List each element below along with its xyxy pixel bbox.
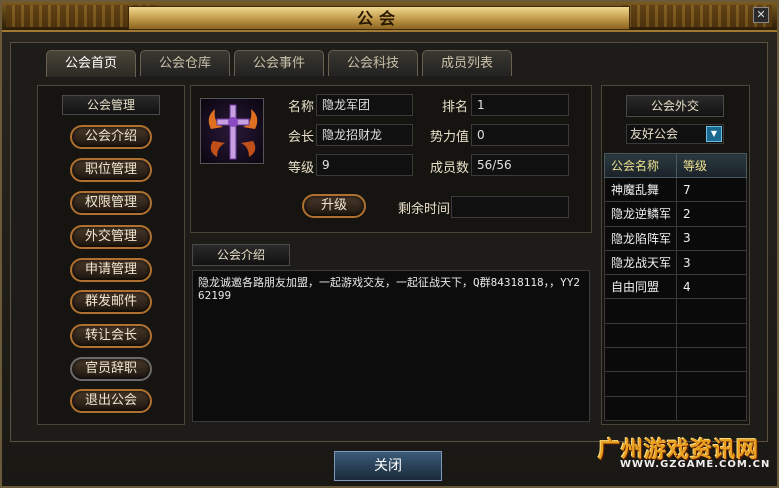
close-button[interactable]: 关闭	[334, 451, 442, 481]
level-field: 9	[316, 154, 413, 176]
title-bar: 公会 ✕	[2, 2, 777, 32]
table-row[interactable]: 隐龙战天军 3	[604, 249, 747, 276]
guild-level-cell: 4	[676, 274, 747, 300]
guild-level-cell: 7	[676, 176, 747, 203]
guild-name-cell: 隐龙逆鳞军	[604, 201, 677, 227]
diplomacy-header: 公会外交	[626, 95, 724, 117]
management-header: 公会管理	[62, 95, 160, 115]
level-label: 等级	[288, 161, 315, 176]
name-label: 名称	[288, 100, 315, 115]
diplomacy-filter-value: 友好公会	[630, 127, 679, 141]
empty-cell	[604, 371, 677, 397]
empty-cell	[604, 322, 677, 349]
members-field: 56/56	[471, 154, 569, 176]
close-icon[interactable]: ✕	[753, 7, 769, 23]
table-row-empty	[604, 347, 747, 373]
empty-cell	[604, 298, 677, 324]
name-field: 隐龙军团	[316, 94, 413, 116]
table-row[interactable]: 隐龙陷阵军 3	[604, 225, 747, 251]
mass-mail-button[interactable]: 群发邮件	[70, 290, 152, 314]
guild-name-cell: 隐龙战天军	[604, 249, 677, 276]
empty-cell	[676, 298, 747, 324]
power-field: 0	[471, 124, 569, 146]
cross-emblem-icon	[208, 104, 258, 160]
officer-resign-button[interactable]: 官员辞职	[70, 357, 152, 381]
tab-guild-tech[interactable]: 公会科技	[328, 50, 418, 76]
window-title: 公会	[356, 9, 401, 28]
title-ornament-right	[622, 5, 772, 27]
tab-guild-warehouse[interactable]: 公会仓库	[140, 50, 230, 76]
remaining-time-label: 剩余时间	[398, 202, 451, 217]
table-row-empty	[604, 322, 747, 349]
empty-cell	[604, 395, 677, 421]
empty-cell	[676, 371, 747, 397]
guild-level-cell: 2	[676, 201, 747, 227]
empty-cell	[604, 347, 677, 373]
chevron-down-icon[interactable]: ▼	[706, 126, 722, 142]
tab-guild-home[interactable]: 公会首页	[46, 50, 136, 77]
rank-field: 1	[471, 94, 569, 116]
leader-label: 会长	[288, 130, 315, 145]
tab-bar: 公会首页 公会仓库 公会事件 公会科技 成员列表	[46, 50, 512, 77]
diplomacy-manage-button[interactable]: 外交管理	[70, 225, 152, 249]
table-row[interactable]: 神魔乱舞 7	[604, 176, 747, 203]
transfer-leader-button[interactable]: 转让会长	[70, 324, 152, 348]
leader-field: 隐龙招财龙	[316, 124, 413, 146]
empty-cell	[676, 347, 747, 373]
column-header-guild-name: 公会名称	[604, 153, 677, 178]
guild-emblem	[200, 98, 264, 164]
application-manage-button[interactable]: 申请管理	[70, 258, 152, 282]
table-header-row: 公会名称 等级	[604, 153, 747, 178]
permission-manage-button[interactable]: 权限管理	[70, 191, 152, 215]
tab-member-list[interactable]: 成员列表	[422, 50, 512, 76]
guild-name-cell: 自由同盟	[604, 274, 677, 300]
tab-guild-events[interactable]: 公会事件	[234, 50, 324, 76]
guild-name-cell: 神魔乱舞	[604, 176, 677, 203]
position-manage-button[interactable]: 职位管理	[70, 158, 152, 182]
table-row-empty	[604, 298, 747, 324]
intro-text-area[interactable]: 隐龙诚邀各路朋友加盟，一起游戏交友，一起征战天下，Q群84318118，，YY2…	[192, 270, 590, 422]
diplomacy-filter-select[interactable]: 友好公会 ▼	[626, 124, 724, 144]
diplomacy-table: 公会名称 等级 神魔乱舞 7 隐龙逆鳞军 2 隐龙陷阵军 3 隐龙战天军 3 自由同盟 4	[604, 153, 747, 421]
rank-label: 排名	[442, 100, 469, 115]
empty-cell	[676, 395, 747, 421]
window-title-plate: 公会	[128, 6, 630, 30]
guild-level-cell: 3	[676, 225, 747, 251]
guild-name-cell: 隐龙陷阵军	[604, 225, 677, 251]
table-row-empty	[604, 371, 747, 397]
table-row-empty	[604, 395, 747, 421]
members-label: 成员数	[430, 161, 470, 176]
guild-intro-button[interactable]: 公会介绍	[70, 125, 152, 149]
watermark-url: WWW.GZGAME.COM.CN	[620, 459, 771, 470]
table-row[interactable]: 隐龙逆鳞军 2	[604, 201, 747, 227]
column-header-level: 等级	[676, 153, 747, 178]
power-label: 势力值	[430, 130, 470, 145]
leave-guild-button[interactable]: 退出公会	[70, 389, 152, 413]
upgrade-button[interactable]: 升级	[302, 194, 366, 218]
table-row[interactable]: 自由同盟 4	[604, 274, 747, 300]
guild-level-cell: 3	[676, 249, 747, 276]
empty-cell	[676, 322, 747, 349]
intro-header: 公会介绍	[192, 244, 290, 266]
remaining-time-field	[451, 196, 569, 218]
